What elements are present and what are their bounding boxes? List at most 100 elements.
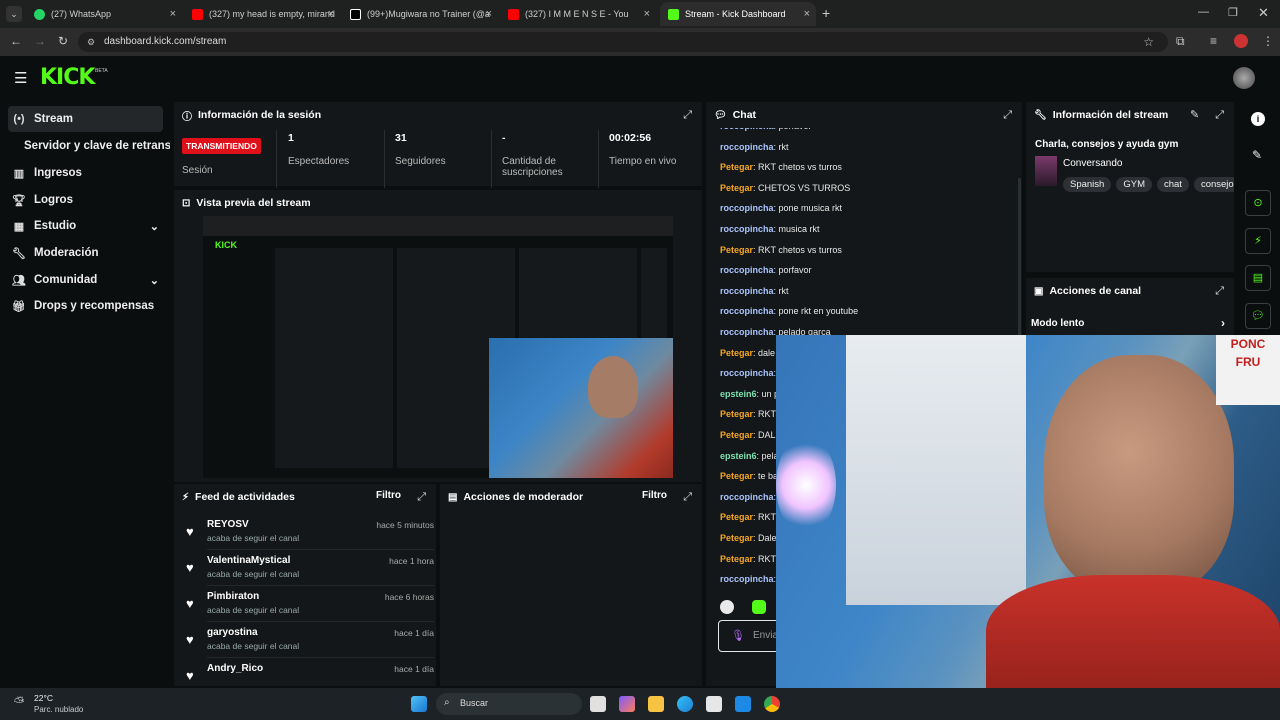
- close-icon[interactable]: ×: [644, 8, 650, 20]
- expand-icon[interactable]: ⤢: [683, 109, 692, 122]
- webcam-overlay[interactable]: PONC FRU: [776, 335, 1280, 713]
- stream-video[interactable]: KICK: [203, 216, 673, 478]
- follower-name[interactable]: ValentinaMystical: [207, 555, 290, 566]
- new-tab-button[interactable]: +: [822, 5, 830, 21]
- sidebar-item-server-key[interactable]: Servidor y clave de retransmisión: [20, 133, 170, 159]
- site-info-icon[interactable]: ⚙: [87, 32, 95, 52]
- chat-username[interactable]: roccopincha: [720, 203, 774, 213]
- edge-icon[interactable]: [677, 696, 693, 712]
- follower-name[interactable]: Pimbiraton: [207, 591, 259, 602]
- kick-logo[interactable]: KICK: [40, 65, 95, 90]
- tag[interactable]: chat: [1156, 177, 1189, 192]
- category-name[interactable]: Conversando: [1063, 158, 1122, 169]
- close-icon[interactable]: ×: [486, 8, 492, 20]
- chat-username[interactable]: epstein6: [720, 451, 757, 461]
- close-icon[interactable]: ×: [170, 8, 176, 20]
- tag[interactable]: consejo: [1193, 177, 1234, 192]
- back-icon[interactable]: ←: [10, 34, 22, 48]
- chat-username[interactable]: roccopincha: [720, 265, 774, 275]
- chat-username[interactable]: Petegar: [720, 430, 753, 440]
- restore-button[interactable]: ❐: [1228, 6, 1238, 19]
- chat-username[interactable]: roccopincha: [720, 306, 774, 316]
- notes-button[interactable]: ▤: [1245, 265, 1271, 291]
- tab-youtube-1[interactable]: (327) my head is empty, mirand ×: [184, 2, 340, 26]
- bookmark-icon[interactable]: ☆: [1143, 32, 1154, 52]
- chat-username[interactable]: Petegar: [720, 471, 753, 481]
- chrome-icon[interactable]: [764, 696, 780, 712]
- reading-list-icon[interactable]: ≡: [1210, 34, 1217, 48]
- chat-username[interactable]: Petegar: [720, 512, 753, 522]
- expand-icon[interactable]: ⤢: [683, 491, 692, 504]
- edit-icon[interactable]: ✎: [1190, 108, 1199, 121]
- follower-name[interactable]: REYOSV: [207, 519, 249, 530]
- sidebar-item-drops[interactable]: 🎁︎ Drops y recompensas: [8, 293, 163, 319]
- close-window-button[interactable]: ✕: [1258, 5, 1269, 21]
- follower-name[interactable]: garyostina: [207, 627, 258, 638]
- expand-icon[interactable]: ⤢: [417, 491, 426, 504]
- chat-username[interactable]: roccopincha: [720, 142, 774, 152]
- chat-username[interactable]: roccopincha: [720, 286, 774, 296]
- boost-button[interactable]: ⚡︎: [1245, 228, 1271, 254]
- edit-icon[interactable]: ✎: [1252, 148, 1262, 162]
- kick-emote-icon[interactable]: [752, 600, 766, 614]
- chat-username[interactable]: Petegar: [720, 245, 753, 255]
- copilot-icon[interactable]: [619, 696, 635, 712]
- taskbar-search[interactable]: ⌕ Buscar: [436, 693, 582, 715]
- expand-icon[interactable]: ⤢: [1215, 285, 1224, 298]
- chat-username[interactable]: roccopincha: [720, 368, 774, 378]
- tab-tiktok[interactable]: (99+)Mugiwara no Trainer (@a ×: [342, 2, 498, 26]
- filter-button[interactable]: Filtro: [376, 490, 401, 501]
- chat-username[interactable]: roccopincha: [720, 492, 774, 502]
- sidebar-item-comunidad[interactable]: 👥︎ Comunidad ⌄: [8, 267, 163, 293]
- follower-name[interactable]: Andry_Rico: [207, 663, 263, 674]
- filter-button[interactable]: Filtro: [642, 490, 667, 501]
- emote-icon[interactable]: [720, 600, 734, 614]
- chat-username[interactable]: roccopincha: [720, 224, 774, 234]
- expand-icon[interactable]: ⤢: [1215, 109, 1224, 122]
- sidebar-item-stream[interactable]: (•) Stream: [8, 106, 163, 132]
- chat-username[interactable]: Petegar: [720, 533, 753, 543]
- overlay-person-head: [1044, 355, 1234, 595]
- chat-username[interactable]: roccopincha: [720, 327, 774, 337]
- tab-whatsapp[interactable]: (27) WhatsApp ×: [26, 2, 182, 26]
- chat-username[interactable]: Petegar: [720, 183, 753, 193]
- address-bar[interactable]: ⚙ dashboard.kick.com/stream ☆: [78, 32, 1168, 52]
- microphone-icon[interactable]: 🎙︎: [731, 629, 745, 642]
- mail-icon[interactable]: [735, 696, 751, 712]
- chat-username[interactable]: roccopincha: [720, 574, 774, 584]
- chat-username[interactable]: Petegar: [720, 162, 753, 172]
- store-icon[interactable]: [706, 696, 722, 712]
- tag[interactable]: GYM: [1116, 177, 1152, 192]
- chat-popout-button[interactable]: 💬︎: [1245, 303, 1271, 329]
- reload-icon[interactable]: ↻: [58, 34, 68, 48]
- file-explorer-icon[interactable]: [648, 696, 664, 712]
- tab-list-button[interactable]: ⌄: [6, 6, 22, 22]
- sidebar-item-logros[interactable]: 🏆︎ Logros: [8, 187, 163, 213]
- close-icon[interactable]: ×: [328, 8, 334, 20]
- chat-username[interactable]: Petegar: [720, 348, 753, 358]
- profile-avatar[interactable]: [1234, 34, 1248, 48]
- minimize-button[interactable]: —: [1198, 6, 1209, 18]
- close-icon[interactable]: ×: [804, 8, 810, 20]
- sidebar-item-estudio[interactable]: ▦ Estudio ⌄: [8, 213, 163, 239]
- task-view-icon[interactable]: [590, 696, 606, 712]
- tag[interactable]: Spanish: [1063, 177, 1112, 192]
- sidebar-item-moderacion[interactable]: 🔧︎ Moderación: [8, 240, 163, 266]
- webcam-feed: [489, 338, 673, 478]
- tab-youtube-2[interactable]: (327) I M M E N S E - You ×: [500, 2, 656, 26]
- extensions-icon[interactable]: ⧉: [1176, 34, 1185, 49]
- chat-username[interactable]: epstein6: [720, 389, 757, 399]
- chat-username[interactable]: Petegar: [720, 409, 753, 419]
- menu-icon[interactable]: ⋮: [1262, 34, 1274, 48]
- start-icon[interactable]: [411, 696, 427, 712]
- user-avatar[interactable]: [1233, 67, 1255, 89]
- expand-icon[interactable]: ⤢: [1003, 109, 1012, 122]
- info-icon[interactable]: i: [1251, 112, 1265, 126]
- hamburger-menu-icon[interactable]: ☰: [14, 69, 27, 87]
- slow-mode-button[interactable]: Modo lento ›: [1031, 316, 1229, 330]
- chat-username[interactable]: Petegar: [720, 554, 753, 564]
- tab-kick-dashboard[interactable]: Stream - Kick Dashboard ×: [660, 2, 816, 26]
- sidebar-item-ingresos[interactable]: ▥ Ingresos: [8, 160, 163, 186]
- forward-icon[interactable]: →: [34, 34, 46, 48]
- clip-button[interactable]: ⊙: [1245, 190, 1271, 216]
